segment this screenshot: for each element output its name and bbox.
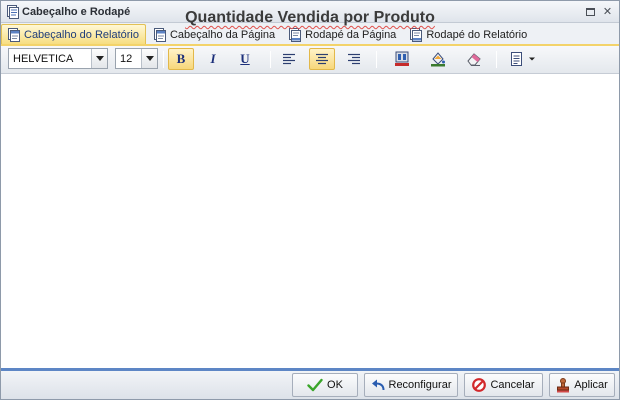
cancel-label: Cancelar [490,379,535,391]
italic-button[interactable]: I [200,48,226,70]
clear-format-button[interactable] [461,48,487,70]
dialog-footer: OK Reconfigurar Cancelar Aplicar [1,371,619,399]
chevron-down-icon [529,57,535,61]
ok-label: OK [327,379,343,391]
font-size-select[interactable]: 12 [115,48,158,69]
checkmark-icon [307,378,323,392]
align-left-button[interactable] [276,48,302,70]
header-footer-dialog: Cabeçalho e Rodapé ✕ Cabeçalho do Relató… [0,0,620,400]
tab-report-footer[interactable]: Rodapé do Relatório [404,24,533,45]
footer-page-icon [289,27,302,42]
align-right-button[interactable] [341,48,367,70]
bold-icon: B [176,51,186,66]
tab-page-header[interactable]: Cabeçalho da Página [148,24,281,45]
align-center-button[interactable] [309,48,335,70]
rich-text-editor[interactable] [3,75,617,368]
align-left-icon [283,53,295,65]
align-center-icon [316,53,328,65]
header-page-icon [153,27,166,42]
tab-label: Cabeçalho da Página [169,28,276,41]
toolbar-divider [376,51,377,68]
formatting-toolbar: HELVETICA 12 B I U [1,46,619,74]
underline-icon: U [240,51,250,66]
text-color-icon [395,51,409,66]
tab-page-footer[interactable]: Rodapé da Página [283,24,402,45]
reconfigure-label: Reconfigurar [388,379,452,391]
reconfigure-button[interactable]: Reconfigurar [364,373,458,397]
tab-label: Rodapé da Página [305,28,397,41]
cancel-icon [472,378,487,392]
toolbar-divider [163,51,164,68]
bold-button[interactable]: B [168,48,194,70]
font-family-value: HELVETICA [13,52,74,65]
undo-arrow-icon [371,379,384,390]
fill-color-button[interactable] [425,48,451,70]
ok-button[interactable]: OK [292,373,358,397]
footer-page-icon [410,27,423,42]
apply-button[interactable]: Aplicar [549,373,615,397]
tab-label: Cabeçalho do Relatório [24,29,139,41]
report-header-text[interactable]: Quantidade Vendida por Produto [1,9,619,27]
align-right-icon [348,53,360,65]
italic-icon: I [210,51,216,66]
chevron-down-icon[interactable] [91,49,107,68]
underline-button[interactable]: U [232,48,258,70]
font-size-value: 12 [120,52,133,65]
tab-report-header[interactable]: Cabeçalho do Relatório [1,24,146,45]
stamp-icon [557,377,570,392]
insert-field-button[interactable] [505,48,541,70]
eraser-icon [467,53,481,66]
toolbar-divider [270,51,271,68]
tab-label: Rodapé do Relatório [426,28,528,41]
font-family-select[interactable]: HELVETICA [8,48,108,69]
chevron-down-icon[interactable] [141,49,157,68]
fill-color-icon [431,52,445,67]
cancel-button[interactable]: Cancelar [464,373,543,397]
text-color-button[interactable] [389,48,415,70]
header-page-icon [8,28,20,42]
insert-field-icon [511,51,522,66]
apply-label: Aplicar [574,379,608,391]
toolbar-divider [496,51,497,68]
